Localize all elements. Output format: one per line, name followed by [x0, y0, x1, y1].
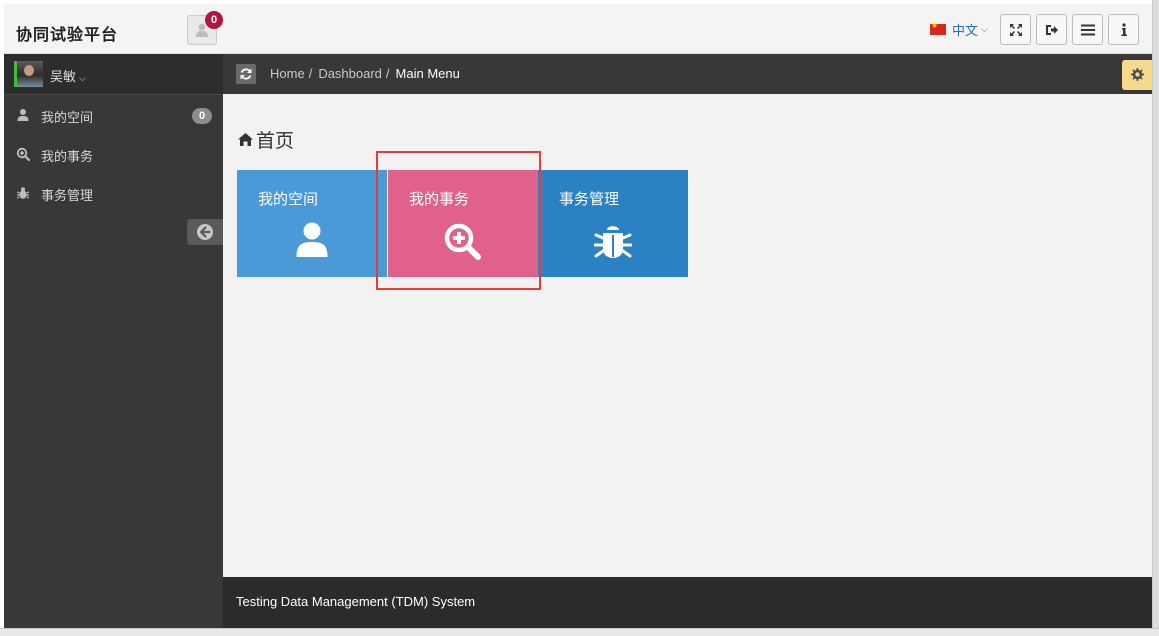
- menu-button[interactable]: [1072, 14, 1103, 45]
- refresh-icon: [240, 68, 252, 80]
- top-header: 协同试验平台 0 中文 ⌵: [4, 4, 1152, 54]
- highlight-annotation-box: [376, 151, 541, 290]
- breadcrumb-home[interactable]: Home: [270, 66, 305, 81]
- tile-affairs-management[interactable]: 事务管理: [538, 170, 688, 277]
- app-frame: 协同试验平台 0 中文 ⌵: [4, 4, 1152, 628]
- gear-icon: [1131, 68, 1144, 81]
- chevron-down-icon: ⌵: [981, 24, 988, 34]
- logout-icon: [1045, 24, 1058, 35]
- info-icon: [1121, 22, 1127, 36]
- arrow-circle-left-icon: [197, 224, 213, 240]
- notification-badge: 0: [205, 11, 223, 29]
- tile-label: 我的空间: [258, 191, 319, 208]
- avatar: [14, 61, 43, 87]
- user-icon: [17, 109, 29, 121]
- search-plus-icon: [16, 147, 30, 161]
- breadcrumb-separator: /: [308, 66, 313, 81]
- fullscreen-button[interactable]: [1000, 14, 1031, 45]
- sidebar-item-label: 我的空间: [41, 110, 94, 125]
- info-button[interactable]: [1108, 14, 1139, 45]
- footer-text: Testing Data Management (TDM) System: [236, 594, 476, 609]
- brand-title: 协同试验平台: [16, 27, 119, 44]
- sidebar-item-my-space[interactable]: 我的空间 0: [4, 96, 223, 134]
- chevron-down-icon: ⌵: [79, 73, 86, 83]
- page-title-text: 首页: [256, 131, 295, 152]
- background-window-scrollbar: [1152, 0, 1159, 635]
- breadcrumb: Home / Dashboard / Main Menu: [270, 66, 460, 81]
- bug-icon: [16, 187, 30, 199]
- bug-icon: [594, 226, 632, 258]
- fullscreen-icon: [1009, 23, 1022, 36]
- refresh-button[interactable]: [236, 64, 256, 84]
- logout-button[interactable]: [1036, 14, 1067, 45]
- menu-icon: [1080, 24, 1095, 35]
- breadcrumb-bar: Home / Dashboard / Main Menu: [223, 54, 1152, 94]
- language-selector[interactable]: 中文 ⌵: [930, 20, 988, 39]
- sidebar-item-affairs-management[interactable]: 事务管理: [4, 174, 223, 212]
- sidebar: 吴敏 ⌵ 我的空间 0 我的事务 事务管理: [4, 54, 223, 628]
- footer: Testing Data Management (TDM) System: [223, 577, 1152, 628]
- breadcrumb-current: Main Menu: [395, 66, 460, 81]
- settings-button[interactable]: [1122, 60, 1152, 90]
- user-name: 吴敏: [50, 69, 77, 84]
- language-label: 中文: [952, 23, 979, 38]
- main-content: 首页 我的空间 我的事务 事务管理: [223, 94, 1152, 577]
- sidebar-item-label: 事务管理: [41, 188, 94, 203]
- count-badge: 0: [192, 108, 212, 124]
- sidebar-collapse-button[interactable]: [187, 219, 223, 245]
- sidebar-item-my-affairs[interactable]: 我的事务: [4, 135, 223, 173]
- user-menu[interactable]: 吴敏 ⌵: [4, 54, 223, 95]
- home-icon: [238, 133, 253, 146]
- sidebar-item-label: 我的事务: [41, 149, 94, 164]
- china-flag-icon: [930, 21, 946, 35]
- notifications-button[interactable]: 0: [187, 11, 223, 45]
- user-icon: [296, 222, 328, 257]
- tile-my-space[interactable]: 我的空间: [237, 170, 387, 277]
- tile-label: 事务管理: [559, 191, 620, 208]
- breadcrumb-dashboard[interactable]: Dashboard: [318, 66, 382, 81]
- breadcrumb-separator: /: [385, 66, 390, 81]
- page-title: 首页: [237, 126, 294, 153]
